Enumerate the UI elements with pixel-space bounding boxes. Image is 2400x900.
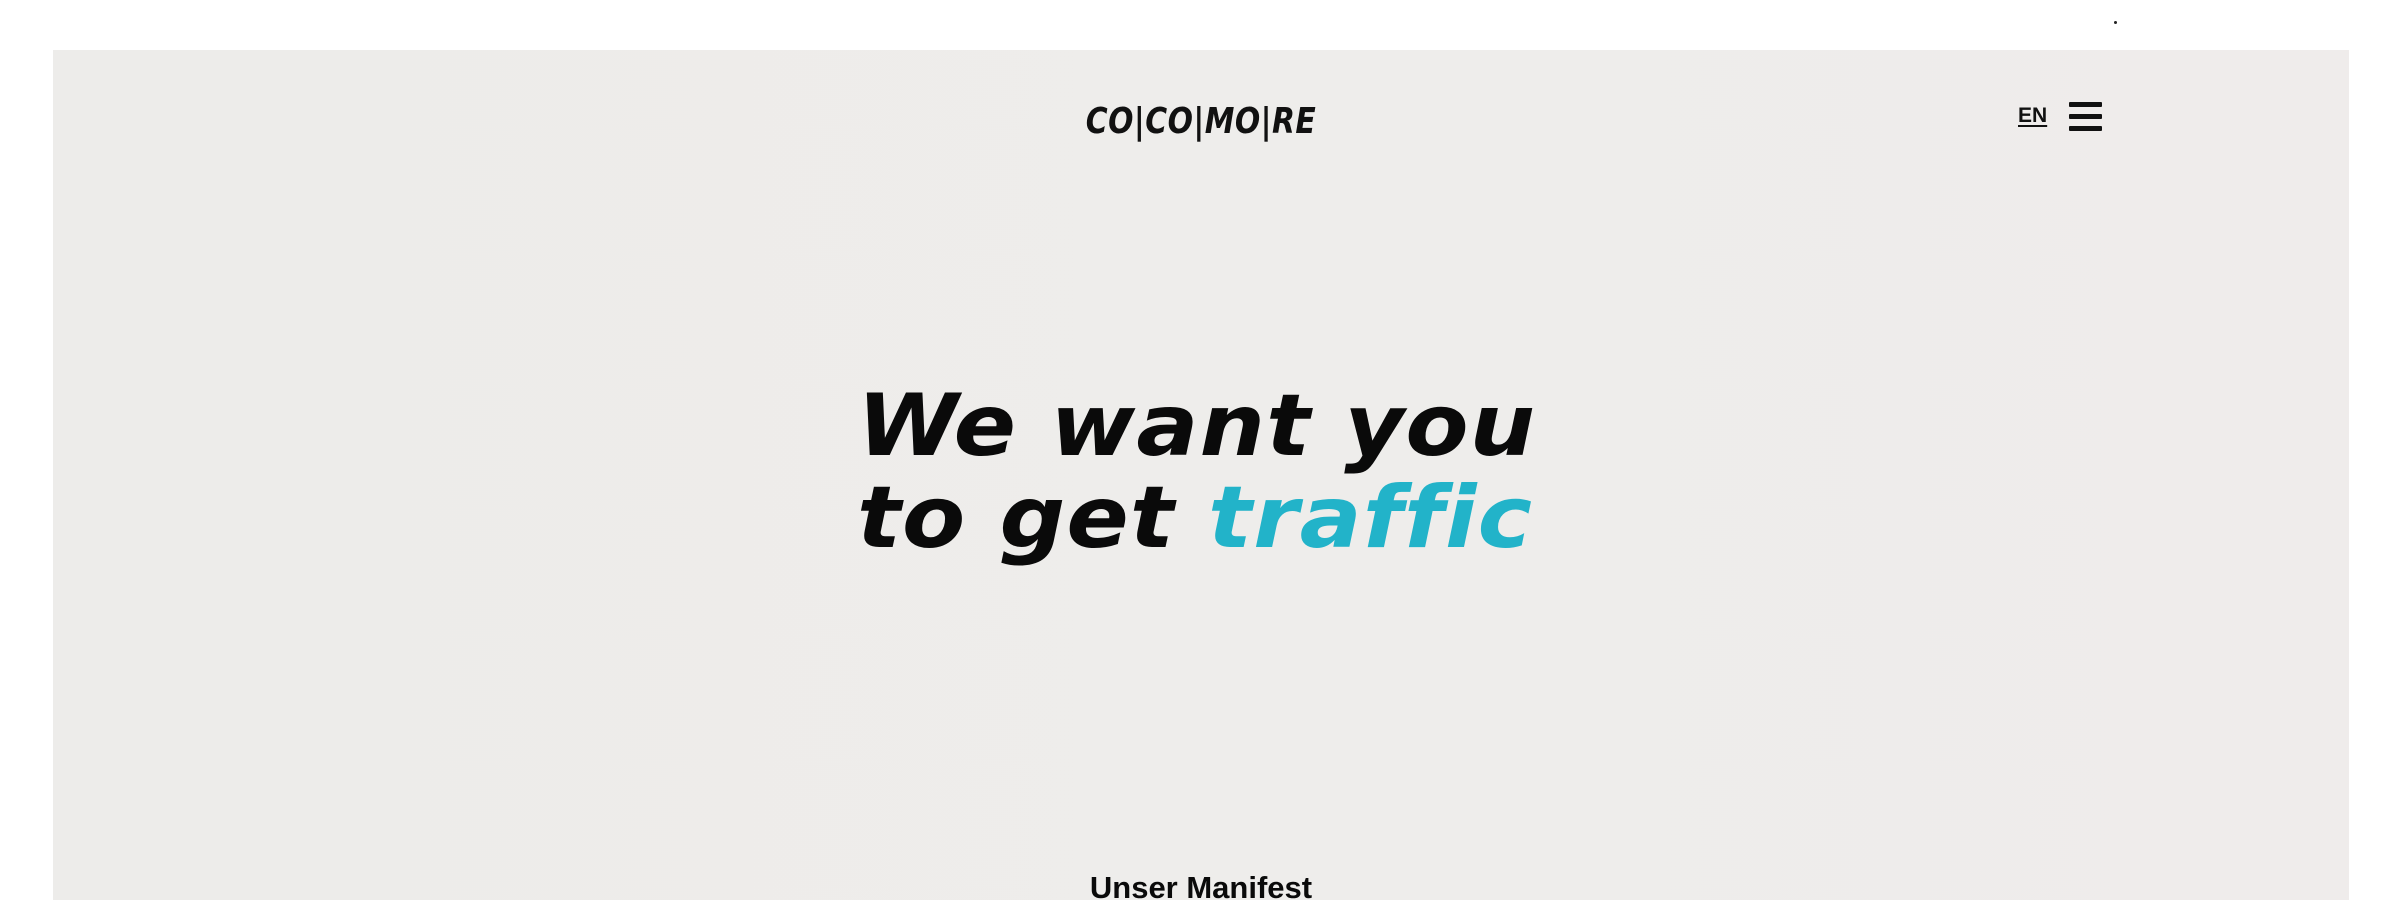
stray-dot xyxy=(2114,21,2117,24)
menu-bar xyxy=(2069,114,2102,119)
hero-line-2-prefix: to get xyxy=(857,468,1175,568)
hamburger-menu-icon[interactable] xyxy=(2069,102,2102,131)
menu-bar xyxy=(2069,102,2102,107)
manifest-heading: Unser Manifest xyxy=(1089,870,1313,900)
hero-line-1: We want you xyxy=(857,376,1537,476)
hero-headline: We want you to get traffic xyxy=(857,380,1536,564)
language-switch[interactable]: EN xyxy=(2018,104,2047,128)
hero-accent-word: traffic xyxy=(1208,468,1534,568)
menu-bar xyxy=(2069,126,2102,131)
page-container: CO|CO|MO|RE EN We want you to get traffi… xyxy=(53,50,2349,900)
site-logo[interactable]: CO|CO|MO|RE xyxy=(145,101,2257,142)
